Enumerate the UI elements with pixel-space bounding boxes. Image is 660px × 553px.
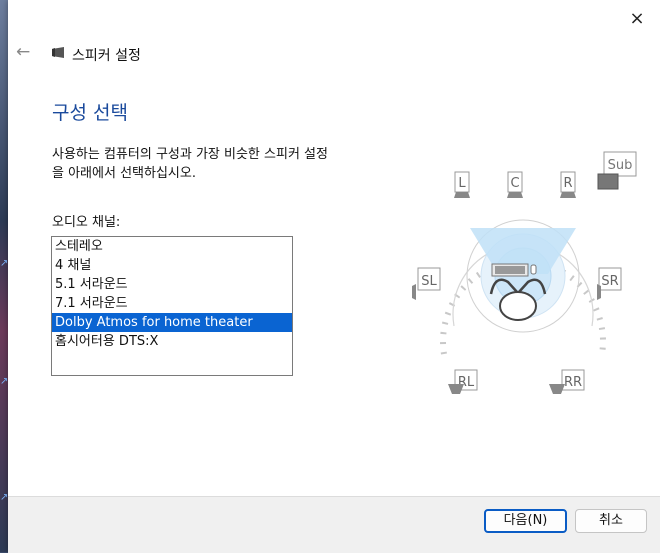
speaker-icon (454, 192, 470, 198)
channel-option[interactable]: Dolby Atmos for home theater (52, 313, 292, 332)
speaker-icon (597, 284, 601, 300)
channel-option[interactable]: 4 채널 (52, 256, 292, 275)
next-button[interactable]: 다음(N) (484, 509, 567, 533)
speaker-label: RR (564, 375, 582, 390)
close-icon: × (629, 8, 645, 29)
speaker-label: R (563, 176, 572, 191)
speaker-label: SL (421, 274, 437, 289)
speaker-layout-diagram: L C R Sub SL SR RL RR (412, 151, 637, 394)
speaker-label: Sub (608, 158, 633, 173)
speaker-front-left: L (454, 171, 470, 198)
speaker-label: L (458, 176, 466, 191)
person-head-icon (499, 291, 537, 321)
subwoofer-icon (597, 173, 619, 190)
channel-option[interactable]: 스테레오 (52, 237, 292, 256)
channel-listbox[interactable]: 스테레오 4 채널 5.1 서라운드 7.1 서라운드 Dolby Atmos for … (51, 236, 293, 376)
speaker-side-right: SR (597, 267, 622, 300)
speaker-label: SR (601, 274, 618, 289)
channel-list-label: 오디오 채널: (52, 215, 121, 230)
channel-option[interactable]: 7.1 서라운드 (52, 294, 292, 313)
speaker-setup-dialog: × ← 스피커 설정 구성 선택 사용하는 컴퓨터의 구성과 가장 비슷한 스피… (8, 0, 660, 553)
speaker-rear-right: RR (549, 369, 585, 394)
speaker-side-left: SL (412, 267, 441, 300)
speaker-subwoofer: Sub (597, 151, 637, 190)
window-title: 스피커 설정 (72, 48, 141, 64)
speaker-rear-left: RL (448, 369, 478, 394)
page-heading: 구성 선택 (52, 102, 128, 124)
back-arrow-icon: ← (16, 42, 31, 62)
speaker-icon (52, 47, 64, 58)
close-button[interactable]: × (624, 8, 650, 30)
speaker-icon (448, 384, 464, 394)
back-button[interactable]: ← (16, 42, 30, 62)
page-description: 사용하는 컴퓨터의 구성과 가장 비슷한 스피커 설정 을 아래에서 선택하십시… (52, 147, 328, 181)
speaker-icon (507, 192, 523, 198)
channel-option[interactable]: 5.1 서라운드 (52, 275, 292, 294)
speaker-icon (549, 384, 565, 394)
display-screen (495, 266, 525, 274)
mouse-icon (530, 264, 537, 275)
speaker-center: C (507, 171, 523, 198)
speaker-icon (560, 192, 576, 198)
cancel-button[interactable]: 취소 (575, 509, 647, 533)
speaker-label: C (510, 176, 519, 191)
speaker-icon (412, 284, 416, 300)
dialog-footer: 다음(N) 취소 (8, 496, 660, 553)
speaker-front-right: R (560, 171, 576, 198)
channel-option[interactable]: 홈시어터용 DTS:X (52, 332, 292, 351)
